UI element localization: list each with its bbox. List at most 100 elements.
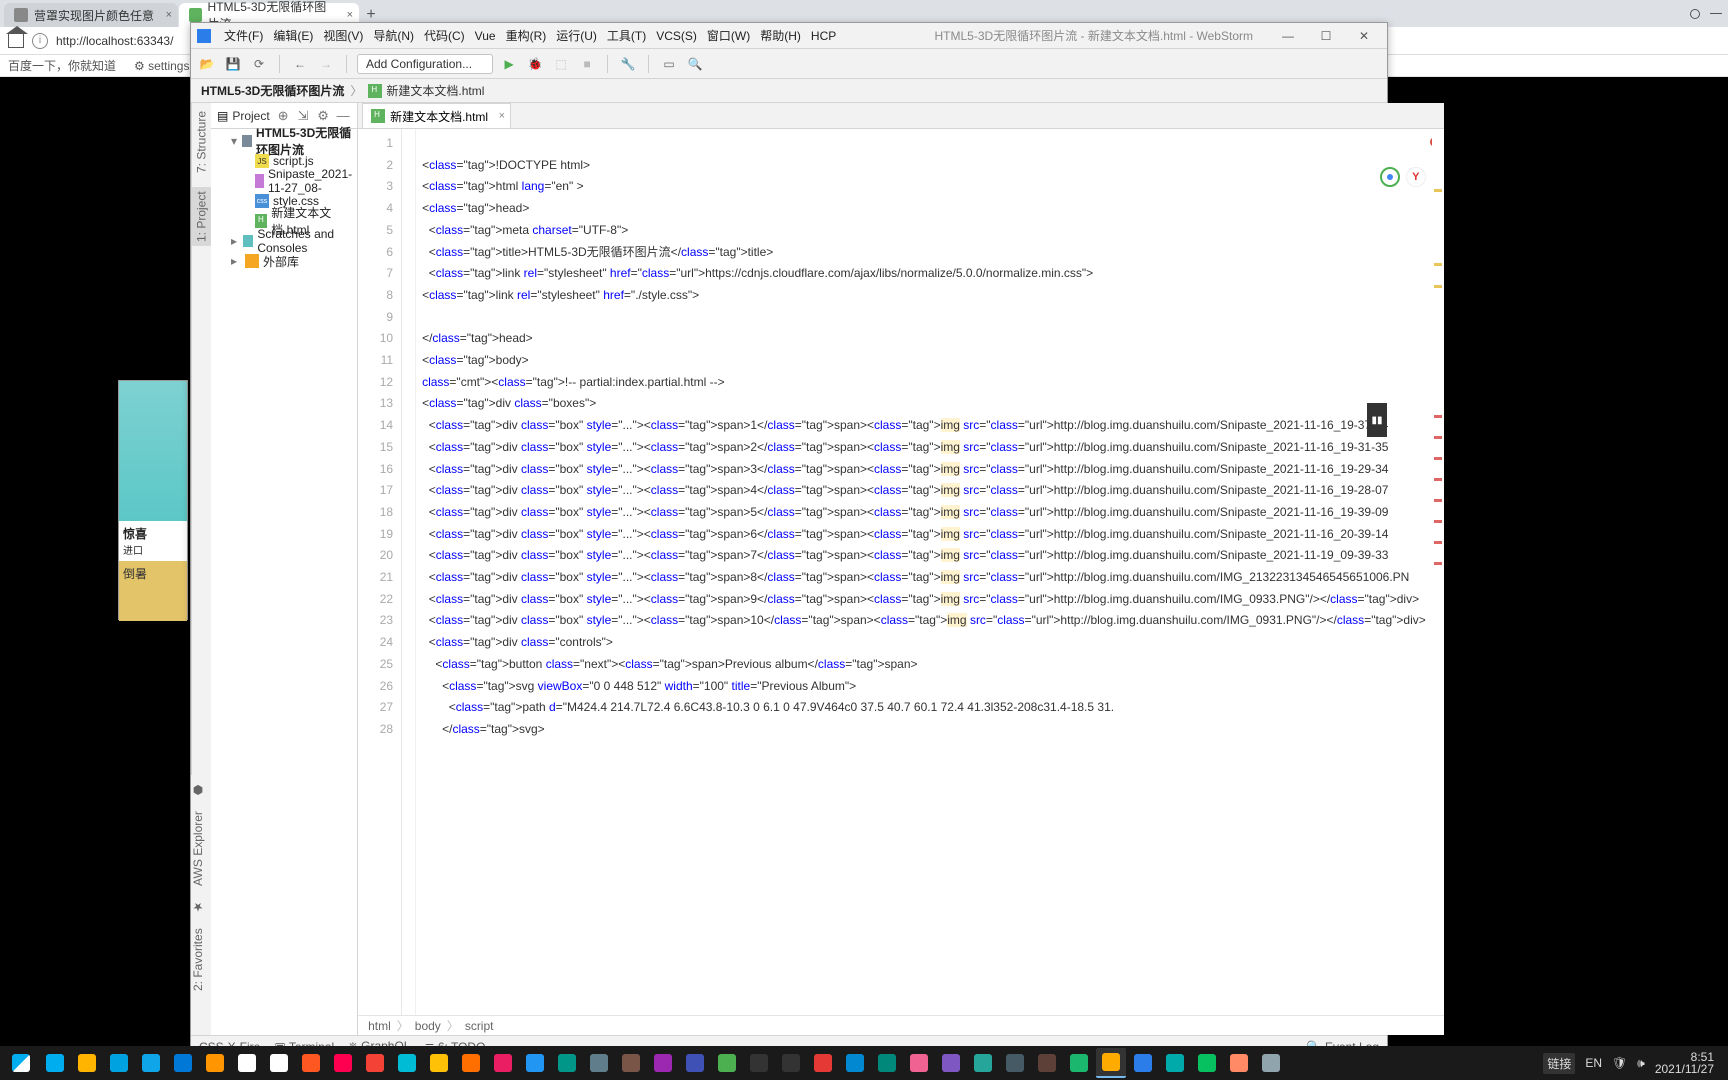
bookmark-link[interactable]: 百度一下，你就知道 — [8, 57, 116, 74]
taskbar-app[interactable] — [808, 1048, 838, 1078]
close-button[interactable]: ✕ — [1347, 26, 1381, 46]
menu-help[interactable]: 帮助(H) — [755, 27, 806, 44]
crumb-root[interactable]: HTML5-3D无限循环图片流 — [201, 82, 344, 99]
taskbar-app[interactable] — [232, 1048, 262, 1078]
menu-tools[interactable]: 工具(T) — [602, 27, 651, 44]
taskbar-app[interactable] — [680, 1048, 710, 1078]
start-button[interactable] — [6, 1048, 36, 1078]
chevron-right-icon[interactable]: ▸ — [231, 234, 239, 248]
settings-icon[interactable]: 🔧 — [618, 54, 638, 74]
project-title[interactable]: Project — [232, 109, 271, 123]
target-icon[interactable]: ⊕ — [275, 108, 291, 124]
home-icon[interactable] — [8, 34, 24, 48]
taskbar-app[interactable] — [1192, 1048, 1222, 1078]
menu-hcp[interactable]: HCP — [806, 29, 841, 43]
menu-navigate[interactable]: 导航(N) — [368, 27, 419, 44]
stop-icon[interactable]: ■ — [577, 54, 597, 74]
taskbar-app[interactable] — [200, 1048, 230, 1078]
taskbar-app[interactable] — [296, 1048, 326, 1078]
browser-tab[interactable]: 营罩实现图片颜色任意× — [4, 3, 178, 27]
tray-ime[interactable]: EN — [1585, 1056, 1602, 1070]
search-icon[interactable]: 🔍 — [685, 54, 705, 74]
site-info-icon[interactable]: i — [32, 33, 48, 49]
tray-network[interactable]: 链接 — [1543, 1053, 1575, 1074]
chrome-icon[interactable] — [1380, 167, 1400, 187]
close-icon[interactable]: × — [166, 9, 172, 21]
tree-file[interactable]: Snipaste_2021-11-27_08- — [211, 171, 357, 191]
menu-view[interactable]: 视图(V) — [318, 27, 368, 44]
editor-content[interactable]: Y 12345678910111213141516171819202122232… — [358, 129, 1444, 1015]
project-tree[interactable]: ▾HTML5-3D无限循环图片流 JSscript.js Snipaste_20… — [211, 129, 357, 273]
menu-code[interactable]: 代码(C) — [419, 27, 470, 44]
minimize-icon[interactable] — [1710, 13, 1722, 14]
yandex-icon[interactable]: Y — [1406, 167, 1426, 187]
hide-icon[interactable]: — — [335, 108, 351, 124]
menu-window[interactable]: 窗口(W) — [702, 27, 755, 44]
layout-icon[interactable]: ▭ — [659, 54, 679, 74]
taskbar-app[interactable] — [616, 1048, 646, 1078]
taskbar-app[interactable] — [392, 1048, 422, 1078]
taskbar-app[interactable] — [424, 1048, 454, 1078]
taskbar-app[interactable] — [1224, 1048, 1254, 1078]
system-tray[interactable]: 链接 EN 🛡🕪 8:512021/11/27 — [1543, 1051, 1722, 1075]
run-icon[interactable]: ▶ — [499, 54, 519, 74]
tool-aws[interactable]: AWS Explorer — [191, 811, 211, 886]
taskbar-app[interactable] — [328, 1048, 358, 1078]
crumb-file[interactable]: 新建文本文档.html — [368, 82, 484, 99]
taskbar-app[interactable] — [360, 1048, 390, 1078]
debug-icon[interactable]: 🐞 — [525, 54, 545, 74]
taskbar-app[interactable] — [552, 1048, 582, 1078]
error-stripe[interactable] — [1432, 129, 1444, 1015]
slideshow-pause-icon[interactable]: ▮▮ — [1367, 403, 1387, 437]
taskbar-app[interactable] — [968, 1048, 998, 1078]
close-icon[interactable]: × — [347, 9, 353, 21]
minimize-button[interactable]: — — [1271, 26, 1305, 46]
forward-icon[interactable]: → — [316, 54, 336, 74]
left-toolwindow-bar-2[interactable]: 2: Favorites ★ AWS Explorer ⬢ — [191, 775, 211, 1035]
chevron-down-icon[interactable]: ▾ — [231, 134, 238, 148]
tool-project[interactable]: 1: Project — [192, 187, 211, 246]
taskbar-app[interactable] — [456, 1048, 486, 1078]
tool-favorites[interactable]: 2: Favorites — [191, 928, 211, 991]
taskbar-app[interactable] — [264, 1048, 294, 1078]
tree-root[interactable]: HTML5-3D无限循环图片流 — [256, 124, 357, 158]
menu-refactor[interactable]: 重构(R) — [501, 27, 552, 44]
menu-file[interactable]: 文件(F) — [219, 27, 268, 44]
close-icon[interactable]: × — [499, 110, 505, 122]
menu-edit[interactable]: 编辑(E) — [268, 27, 318, 44]
taskbar-app[interactable] — [104, 1048, 134, 1078]
line-gutter[interactable]: 1234567891011121314151617181920212223242… — [358, 129, 402, 1015]
taskbar-app[interactable] — [1096, 1048, 1126, 1078]
taskbar-app[interactable] — [40, 1048, 70, 1078]
menu-vcs[interactable]: VCS(S) — [651, 29, 702, 43]
open-icon[interactable]: 📂 — [197, 54, 217, 74]
taskbar-app[interactable] — [1032, 1048, 1062, 1078]
taskbar-app[interactable] — [648, 1048, 678, 1078]
run-config-selector[interactable]: Add Configuration... — [357, 54, 493, 74]
back-icon[interactable]: ← — [290, 54, 310, 74]
expand-icon[interactable]: ⇲ — [295, 108, 311, 124]
tree-scratches[interactable]: ▸Scratches and Consoles — [211, 231, 357, 251]
taskbar-app[interactable] — [584, 1048, 614, 1078]
coverage-icon[interactable]: ⬚ — [551, 54, 571, 74]
taskbar-app[interactable] — [1000, 1048, 1030, 1078]
taskbar-app[interactable] — [1256, 1048, 1286, 1078]
taskbar-app[interactable] — [840, 1048, 870, 1078]
taskbar-app[interactable] — [904, 1048, 934, 1078]
menu-vue[interactable]: Vue — [470, 29, 501, 43]
refresh-icon[interactable]: ⟳ — [249, 54, 269, 74]
gear-icon[interactable]: ⚙ — [315, 108, 331, 124]
taskbar-app[interactable] — [168, 1048, 198, 1078]
taskbar-app[interactable] — [936, 1048, 966, 1078]
taskbar-app[interactable] — [744, 1048, 774, 1078]
taskbar-app[interactable] — [712, 1048, 742, 1078]
taskbar-app[interactable] — [488, 1048, 518, 1078]
maximize-button[interactable]: ☐ — [1309, 26, 1343, 46]
tray-clock[interactable]: 8:512021/11/27 — [1655, 1051, 1714, 1075]
taskbar-app[interactable] — [136, 1048, 166, 1078]
tool-structure[interactable]: 7: Structure — [192, 111, 211, 173]
taskbar-app[interactable] — [776, 1048, 806, 1078]
url-field[interactable]: http://localhost:63343/ — [56, 34, 176, 48]
taskbar-app[interactable] — [1128, 1048, 1158, 1078]
account-icon[interactable] — [1690, 9, 1700, 19]
